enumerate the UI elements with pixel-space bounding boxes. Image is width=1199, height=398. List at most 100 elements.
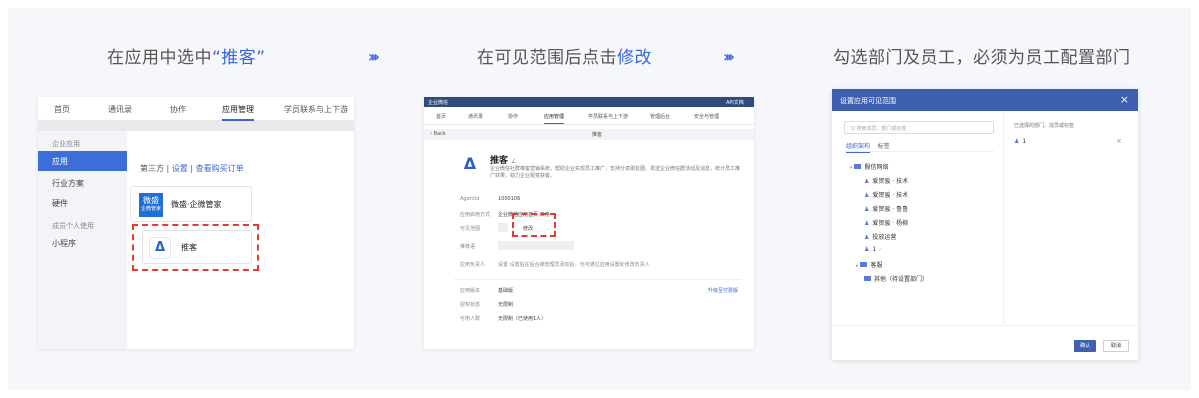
tree-node-member[interactable]: ♟ 爱贺骏 · 杨柳 — [864, 218, 908, 227]
arrow-right-icon: ››› — [723, 47, 735, 66]
person-icon: ♟ — [1014, 138, 1020, 145]
close-icon[interactable]: × — [1120, 93, 1129, 106]
folder-icon — [860, 262, 868, 267]
app-name: 推客 — [181, 243, 197, 252]
tab-orders[interactable]: 查看购买订单 — [196, 164, 244, 173]
toolbar-strip — [38, 121, 354, 131]
confirm-button[interactable]: 确认 — [1074, 340, 1096, 352]
api-doc-link[interactable]: APi文档 — [726, 99, 744, 106]
app-detail-screenshot: 企业微信 APi文档 首页 通讯录 协作 应用管理 学员联系与上下游 管理后台 … — [424, 97, 754, 349]
field-label: 推荐语 — [460, 244, 476, 250]
tree-node-dept[interactable]: ▸ 客服 — [856, 260, 882, 269]
dialog-header: 设置应用可见范围 × — [832, 89, 1138, 111]
tab-separator: | — [166, 164, 170, 173]
users-value: 无限制（已使用1人） — [498, 316, 547, 322]
tab-third-party[interactable]: 第三方 — [140, 164, 164, 173]
page-subbar: ‹ Back 推客 — [424, 129, 754, 140]
app-description: 企业微信社群推客营销系统，帮助企业实现员工推广，支持分享朋友圈、发送企业微信群活… — [490, 166, 741, 179]
app-card-weisheng[interactable]: 微盛 企微管家 微盛·企微管家 — [130, 186, 252, 222]
sidebar: 企业应用 应用 行业方案 硬件 成员个人使用 小程序 — [38, 131, 127, 349]
sidebar-item-hardware[interactable]: 硬件 — [52, 198, 68, 209]
tree-node-dept[interactable]: 其他（待设置部门） — [864, 274, 928, 283]
app-card-tuike[interactable]: Δ 推客 — [142, 230, 252, 264]
divider — [844, 151, 994, 152]
brand-text: 企业微信 — [428, 100, 449, 106]
visible-range-value — [498, 223, 508, 232]
person-icon: ♟ — [864, 178, 870, 185]
app-tabs: 第三方 | 设置 | 查看购买订单 — [140, 163, 244, 174]
tree-node-member[interactable]: ♟ 爱贺骏 · 技术 — [864, 176, 908, 185]
owner-value: 设置 设置后在后台被管理员添加后，也可通过应用设置处修改负责人 — [498, 262, 650, 268]
divider — [454, 279, 742, 280]
field-label: 应用负责人 — [460, 262, 486, 268]
nav-home[interactable]: 首页 — [54, 104, 70, 115]
nav-collab[interactable]: 协作 — [508, 113, 518, 120]
field-label: 应用启用方式 — [460, 212, 491, 218]
step-1-title: 在应用中选中“推客” — [107, 48, 266, 68]
auth-value: 无限制 — [498, 302, 514, 308]
upgrade-link[interactable]: 升级至付费版 — [708, 287, 738, 294]
remove-icon[interactable]: × — [1116, 137, 1122, 145]
folder-icon — [864, 276, 871, 281]
app-name: 微盛·企微管家 — [171, 200, 222, 209]
check-icon: ✓ — [878, 247, 883, 253]
tuike-logo: Δ — [463, 154, 477, 173]
version-value: 基础版 — [498, 288, 514, 294]
sidebar-item-miniprogram[interactable]: 小程序 — [52, 238, 76, 249]
person-icon: ♟ — [864, 234, 870, 241]
sidebar-group-personal: 成员个人使用 — [52, 222, 94, 230]
person-icon: ♟ — [864, 206, 870, 213]
agent-id-value: 1000106 — [498, 196, 521, 202]
nav-home[interactable]: 首页 — [436, 113, 446, 120]
nav-admin[interactable]: 管理后台 — [650, 113, 670, 120]
edit-icon[interactable]: ∠ — [511, 158, 516, 165]
nav-app-management[interactable]: 应用管理 — [222, 104, 254, 121]
modify-link[interactable]: 修改 — [523, 225, 533, 232]
tab-tag[interactable]: 标签 — [878, 143, 890, 150]
tree-tabs: 组织架构 标签 — [846, 141, 890, 153]
folder-icon — [854, 164, 862, 169]
sidebar-group-enterprise: 企业应用 — [52, 140, 80, 148]
top-nav: 首页 通讯录 协作 应用管理 学员联系与上下游 — [38, 97, 354, 121]
nav-security[interactable]: 安全与管理 — [694, 113, 719, 120]
step-2-title: 在可见范围后点击修改 — [477, 48, 652, 68]
nav-customer[interactable]: 学员联系与上下游 — [284, 104, 348, 115]
search-input[interactable]: Q 搜索成员、部门或标签 — [844, 121, 994, 134]
highlight-frame — [512, 213, 556, 237]
back-button[interactable]: ‹ Back — [430, 131, 446, 137]
selected-item: ♟ 1 — [1014, 138, 1027, 145]
tab-separator: | — [190, 164, 194, 173]
page-title: 推客 — [592, 132, 603, 138]
nav-app-management[interactable]: 应用管理 — [544, 113, 565, 124]
field-label: 应用版本 — [460, 288, 481, 294]
nav-collab[interactable]: 协作 — [170, 104, 186, 115]
arrow-right-icon: ››› — [368, 47, 380, 66]
field-label: AgentId — [460, 196, 480, 202]
nav-contacts[interactable]: 通讯录 — [468, 113, 483, 120]
person-icon: ♟ — [864, 192, 870, 199]
sidebar-item-apps[interactable]: 应用 — [38, 151, 127, 171]
person-icon: ♟ — [864, 220, 870, 227]
tree-node-member[interactable]: ♟ 投放运营 — [864, 232, 896, 241]
app-title: 推客 ∠ — [490, 156, 517, 166]
dialog-title: 设置应用可见范围 — [840, 97, 896, 105]
recommend-input[interactable] — [498, 241, 574, 250]
tuike-logo: Δ — [149, 237, 171, 259]
tab-settings[interactable]: 设置 — [172, 164, 188, 173]
tree-node-root[interactable]: ▾ 殷信网络 — [850, 162, 888, 171]
person-icon: ♟ — [864, 246, 870, 253]
field-label: 可用人数 — [460, 316, 481, 322]
weisheng-logo: 微盛 企微管家 — [139, 193, 163, 217]
tree-node-member[interactable]: ♟ 爱贺骏 · 技术 — [864, 190, 908, 199]
visibility-dialog: 设置应用可见范围 × Q 搜索成员、部门或标签 组织架构 标签 ▾ 殷信网络 ♟… — [832, 89, 1138, 360]
tree-node-member[interactable]: ♟ 1 ✓ — [864, 246, 882, 253]
cancel-button[interactable]: 取消 — [1103, 340, 1129, 352]
app-management-screenshot: 首页 通讯录 协作 应用管理 学员联系与上下游 企业应用 应用 行业方案 硬件 … — [38, 97, 354, 349]
field-label: 可见范围 — [460, 226, 481, 232]
nav-contacts[interactable]: 通讯录 — [108, 104, 132, 115]
selected-label: 已选择的部门、成员或标签 — [1014, 123, 1075, 129]
nav-customer[interactable]: 学员联系与上下游 — [588, 113, 628, 120]
tree-node-member[interactable]: ♟ 爱贺骏 · 鲁鲁 — [864, 204, 908, 213]
sidebar-item-industry[interactable]: 行业方案 — [52, 178, 84, 189]
field-label: 授权状态 — [460, 302, 481, 308]
